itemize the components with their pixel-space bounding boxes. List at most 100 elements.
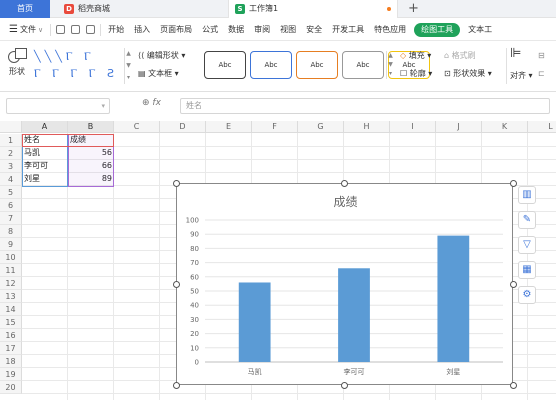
chart-type-icon[interactable]: ▦ <box>518 261 536 279</box>
row-header-6[interactable]: 6 <box>0 199 22 212</box>
menu-formula[interactable]: 公式 <box>197 19 223 41</box>
shape-style-4[interactable]: Abc <box>342 51 384 79</box>
row-header-17[interactable]: 17 <box>0 342 22 355</box>
row-header-14[interactable]: 14 <box>0 303 22 316</box>
row-header-10[interactable]: 10 <box>0 251 22 264</box>
save-icon[interactable] <box>56 25 66 34</box>
column-header-B[interactable]: B <box>68 121 114 133</box>
format-brush-button[interactable]: ⌂ 格式刷 <box>444 48 476 64</box>
shape-style-1[interactable]: Abc <box>204 51 246 79</box>
resize-handle[interactable] <box>341 381 348 389</box>
row-header-18[interactable]: 18 <box>0 355 22 368</box>
menu-data[interactable]: 数据 <box>223 19 249 41</box>
formula-input[interactable]: 姓名 <box>180 98 550 114</box>
zoom-icon[interactable]: ⊕ <box>142 98 150 108</box>
column-header-H[interactable]: H <box>344 121 390 133</box>
row-header-3[interactable]: 3 <box>0 160 22 173</box>
resize-handle[interactable] <box>172 280 180 288</box>
shape-icon <box>8 48 27 63</box>
row-header-20[interactable]: 20 <box>0 381 22 394</box>
menu-page-layout[interactable]: 页面布局 <box>155 19 197 41</box>
chart-elements-icon[interactable]: ▥ <box>518 186 536 204</box>
menu-insert[interactable]: 插入 <box>129 19 155 41</box>
column-header-A[interactable]: A <box>22 121 68 133</box>
menu-file[interactable]: ☰ 文件 ∨ <box>4 19 48 41</box>
fill-button[interactable]: ◇ 填充 ▾ <box>400 48 431 64</box>
column-header-K[interactable]: K <box>482 121 528 133</box>
shape-style-2[interactable]: Abc <box>250 51 292 79</box>
row-header-1[interactable]: 1 <box>0 134 22 147</box>
column-header-I[interactable]: I <box>390 121 436 133</box>
column-header-D[interactable]: D <box>160 121 206 133</box>
tab-home[interactable]: 首页 <box>0 0 50 18</box>
group-icon[interactable]: ⊟ <box>538 48 545 64</box>
select-all-corner[interactable] <box>0 121 22 133</box>
resize-handle[interactable] <box>509 381 517 389</box>
resize-handle[interactable] <box>172 179 180 187</box>
bar-2[interactable] <box>338 268 370 362</box>
shape-style-3[interactable]: Abc <box>296 51 338 79</box>
shape-effects-button[interactable]: ⊡ 形状效果 ▾ <box>444 66 492 82</box>
resize-handle[interactable] <box>509 280 517 288</box>
column-header-F[interactable]: F <box>252 121 298 133</box>
align-button[interactable]: 对齐 ▾ <box>510 68 533 84</box>
chart-object[interactable]: 成绩 0 10 20 30 40 50 60 70 80 90 100 马凯 李可可 刘星 <box>176 183 513 385</box>
row-header-2[interactable]: 2 <box>0 147 22 160</box>
shape-button[interactable]: 形状 <box>4 48 30 77</box>
row-header-4[interactable]: 4 <box>0 173 22 186</box>
outline-button[interactable]: ☐ 轮廓 ▾ <box>400 66 432 82</box>
chart-settings-icon[interactable]: ⚙ <box>518 286 536 304</box>
shape-effects-label: 形状效果 <box>453 69 486 78</box>
row-header-13[interactable]: 13 <box>0 290 22 303</box>
fx-icon[interactable]: fx <box>152 98 161 108</box>
menu-text-tools[interactable]: 文本工 <box>463 19 497 41</box>
tab-docer-label: 稻壳商城 <box>78 4 110 13</box>
menu-developer[interactable]: 开发工具 <box>327 19 369 41</box>
formula-bar: ▾ ⊕ fx 姓名 <box>0 96 556 116</box>
menu-review[interactable]: 审阅 <box>249 19 275 41</box>
row-header-7[interactable]: 7 <box>0 212 22 225</box>
menu-view[interactable]: 视图 <box>275 19 301 41</box>
resize-handle[interactable] <box>509 179 517 187</box>
menu-security[interactable]: 安全 <box>301 19 327 41</box>
line-shape-gallery[interactable]: ╲╲╲Ⲅ ⲄⲄ Ⲅ Ⲅ Ⲅ Ƨ <box>34 48 124 84</box>
chart-style-icon[interactable]: ✎ <box>518 211 536 229</box>
rotate-icon[interactable]: ⊏ <box>538 66 545 82</box>
print-icon[interactable] <box>86 25 96 34</box>
menu-start[interactable]: 开始 <box>103 19 129 41</box>
name-box[interactable]: ▾ <box>6 98 110 114</box>
edit-shape-label: 编辑形状 <box>146 51 179 60</box>
resize-handle[interactable] <box>341 179 348 187</box>
edit-shape-button[interactable]: ⟨⟨ 编辑形状 ▾ <box>138 48 185 64</box>
align-icon[interactable]: ⊫ <box>510 46 521 62</box>
bar-1[interactable] <box>238 282 271 362</box>
column-header-J[interactable]: J <box>436 121 482 133</box>
menu-drawing-tools[interactable]: 绘图工具 <box>414 22 461 37</box>
y-tick-label: 80 <box>190 245 199 253</box>
style-gallery-scroll[interactable]: ▲ ▼ ▾ <box>386 51 394 79</box>
new-tab-button[interactable]: + <box>402 0 422 18</box>
column-header-G[interactable]: G <box>298 121 344 133</box>
chart-side-toolbar: ▥ ✎ ▽ ▦ ⚙ <box>518 186 540 311</box>
row-header-15[interactable]: 15 <box>0 316 22 329</box>
resize-handle[interactable] <box>172 381 180 389</box>
row-header-12[interactable]: 12 <box>0 277 22 290</box>
column-header-L[interactable]: L <box>528 121 556 133</box>
row-header-16[interactable]: 16 <box>0 329 22 342</box>
print-preview-icon[interactable] <box>71 25 81 34</box>
row-header-19[interactable]: 19 <box>0 368 22 381</box>
textbox-button[interactable]: ▤ 文本框 ▾ <box>138 66 179 82</box>
column-header-C[interactable]: C <box>114 121 160 133</box>
row-header-8[interactable]: 8 <box>0 225 22 238</box>
tab-docer-store[interactable]: D 稻壳商城 <box>58 0 166 18</box>
chart-filter-icon[interactable]: ▽ <box>518 236 536 254</box>
gallery-scroll[interactable]: ▲ ▼ ▾ <box>124 48 132 84</box>
row-header-11[interactable]: 11 <box>0 264 22 277</box>
menu-special-apps[interactable]: 特色应用 <box>369 19 411 41</box>
column-header-E[interactable]: E <box>206 121 252 133</box>
tab-workbook[interactable]: S 工作簿1 <box>228 0 398 18</box>
row-header-9[interactable]: 9 <box>0 238 22 251</box>
row-header-5[interactable]: 5 <box>0 186 22 199</box>
bar-3[interactable] <box>437 235 470 362</box>
data-range-highlight-headers <box>22 134 114 147</box>
